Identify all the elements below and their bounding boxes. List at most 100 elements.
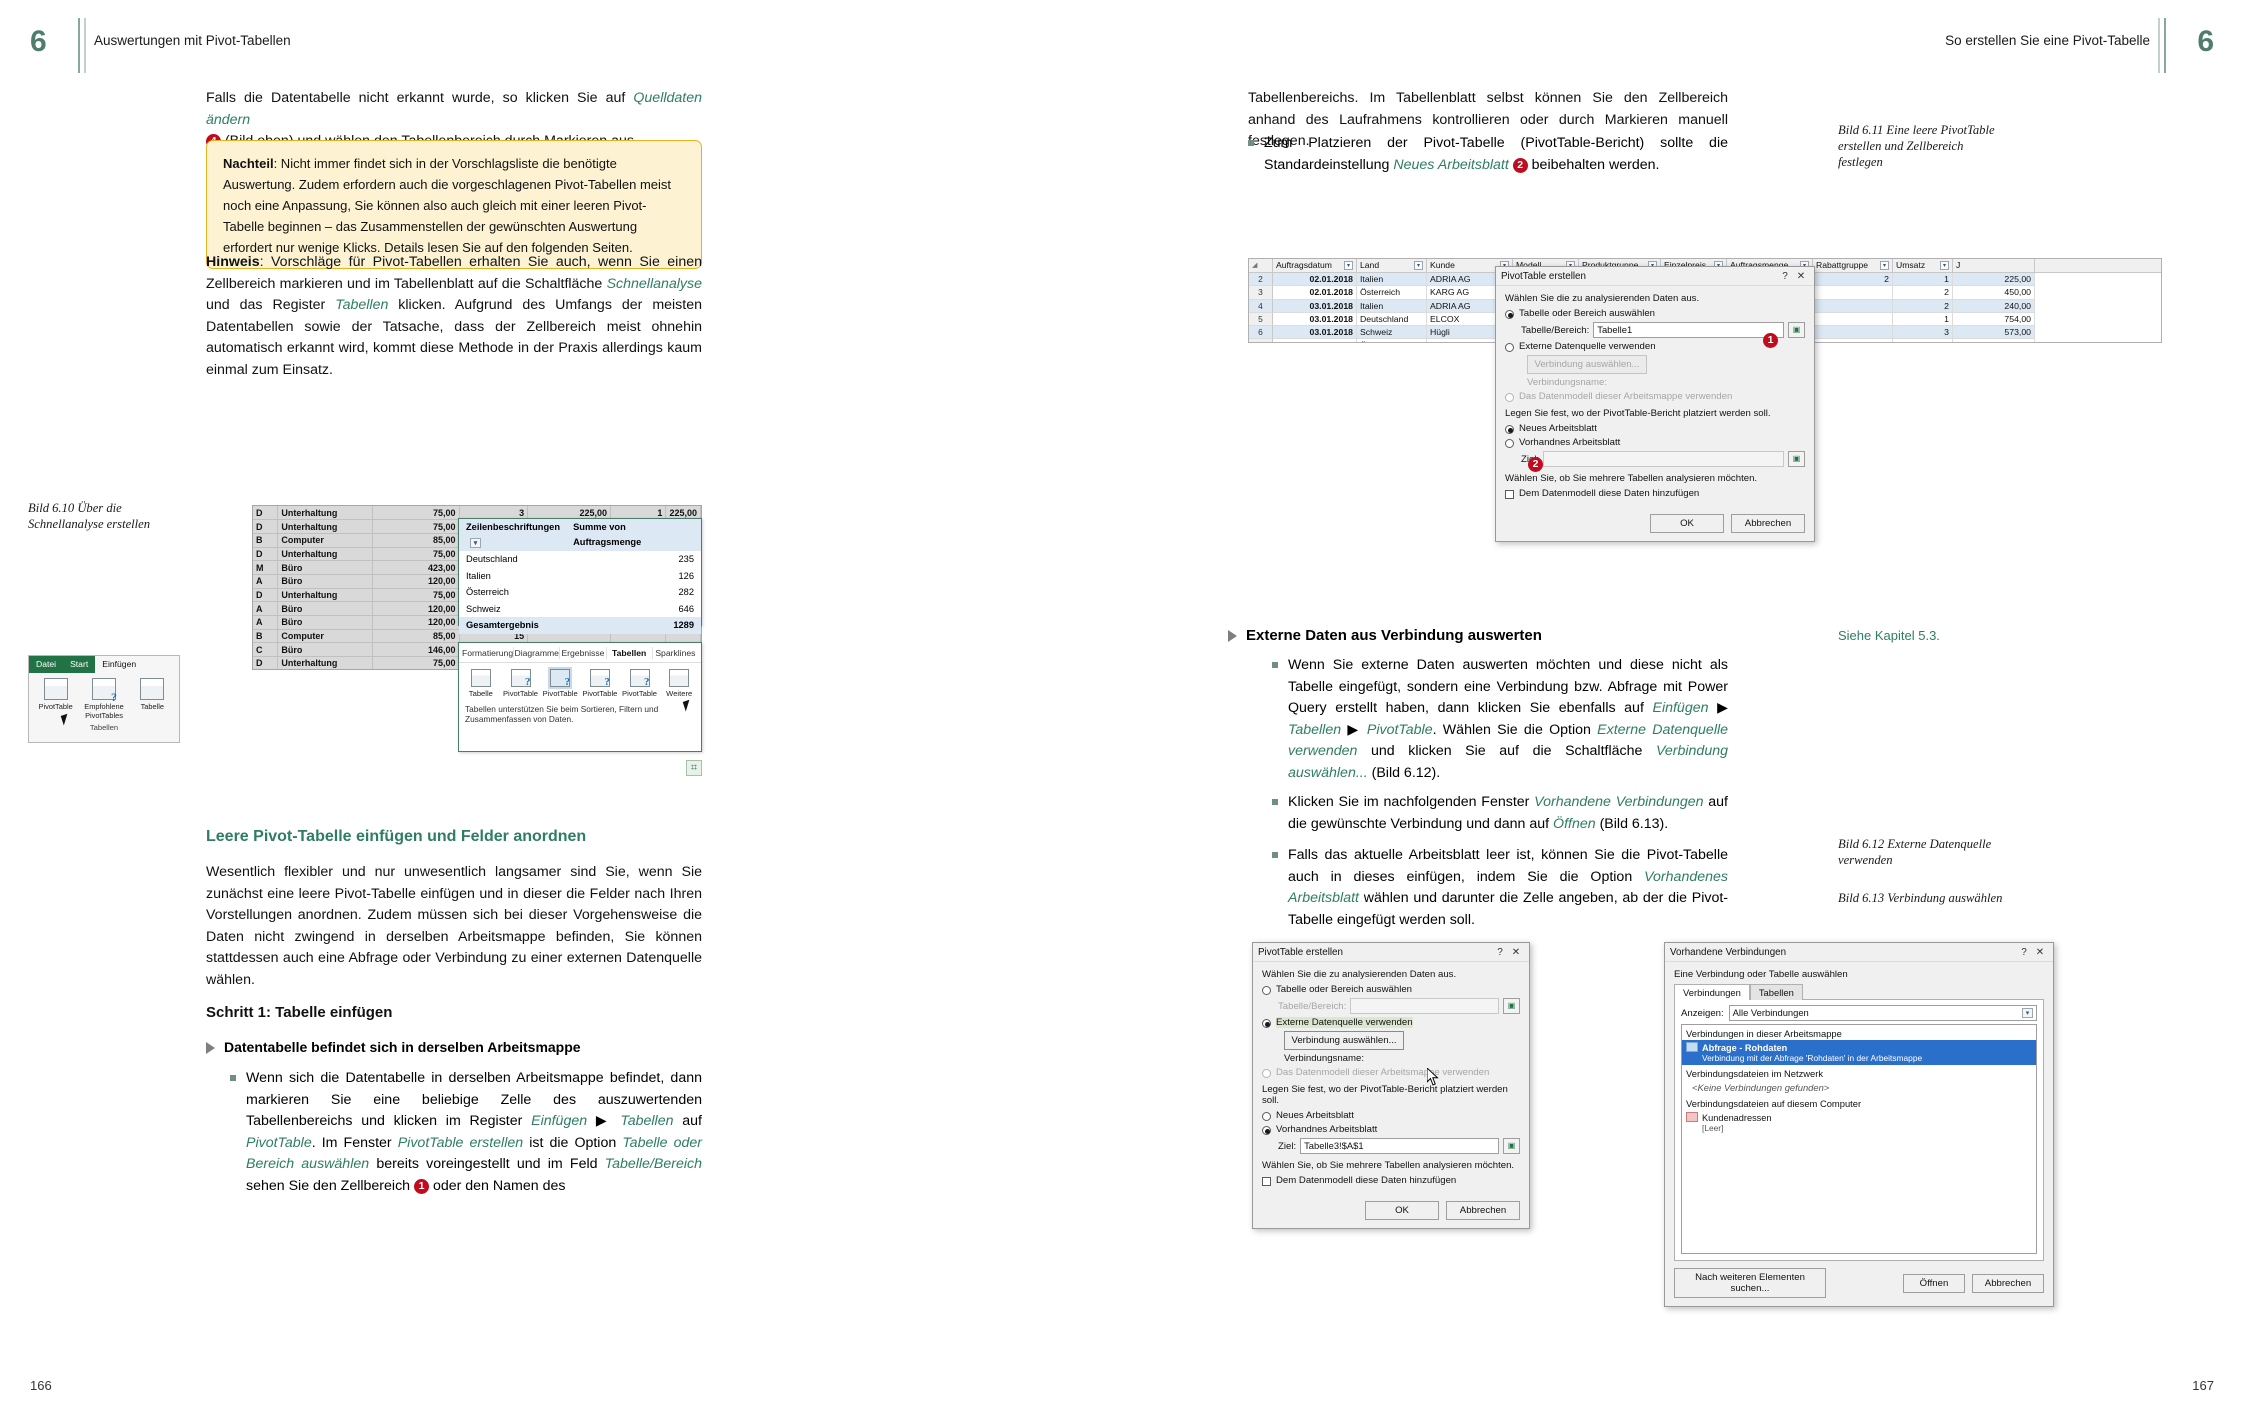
help-icon[interactable]: ? (2016, 947, 2032, 958)
table-cell[interactable]: 225,00 (1953, 273, 2035, 287)
close-icon[interactable]: ✕ (1793, 271, 1809, 282)
select-all-corner[interactable]: ◢ (1249, 259, 1273, 272)
table-cell[interactable] (1813, 326, 1893, 340)
radio-icon[interactable] (1262, 1019, 1271, 1028)
ribbon-button[interactable]: Tabelle (130, 678, 175, 720)
row-header[interactable]: 6 (1249, 326, 1273, 340)
radio-icon[interactable] (1262, 1112, 1271, 1121)
table-cell[interactable]: Unterhaltung (277, 656, 373, 669)
table-cell[interactable]: 120,00 (372, 601, 460, 616)
row-header[interactable]: 3 (1249, 286, 1273, 300)
quick-analysis-item[interactable]: Tabelle (461, 669, 501, 698)
quick-analysis-items[interactable]: Tabelle? PivotTable? PivotTable? PivotTable… (459, 663, 701, 700)
radio-vorhandenes-arbeitsblatt-612[interactable]: Vorhandnes Arbeitsblatt (1262, 1124, 1520, 1135)
quick-analysis-tab-tabellen[interactable]: Tabellen (607, 647, 653, 659)
listbox-item-kundenadressen[interactable]: Kundenadressen [Leer] (1682, 1110, 2036, 1135)
table-cell[interactable]: 75,00 (372, 656, 460, 669)
table-cell[interactable]: Büro (277, 642, 373, 658)
table-cell[interactable] (1813, 299, 1893, 313)
table-cell[interactable]: D (253, 547, 279, 562)
radio-datenmodell-612[interactable]: Das Datenmodell dieser Arbeitsmappe verw… (1262, 1067, 1520, 1078)
table-cell[interactable]: 120,00 (372, 574, 460, 589)
table-cell[interactable]: C (253, 642, 279, 658)
range-picker-icon[interactable]: ▣ (1788, 451, 1805, 467)
table-cell[interactable]: 146,00 (372, 642, 460, 658)
range-picker-icon[interactable]: ▣ (1788, 322, 1805, 338)
table-cell[interactable]: 2 (1813, 273, 1893, 287)
table-cell[interactable]: B (253, 629, 279, 644)
quick-analysis-button-icon[interactable]: ⌗ (686, 760, 702, 776)
table-cell[interactable]: 06.01.2018 (1273, 339, 1357, 342)
table-cell[interactable]: Unterhaltung (277, 588, 373, 603)
dialog-pivottable-erstellen-612[interactable]: PivotTable erstellen ? ✕ Wählen Sie die … (1252, 942, 1530, 1229)
table-cell[interactable]: Deutschland (1357, 312, 1427, 327)
column-header-land[interactable]: Land ▾ (1357, 259, 1427, 272)
table-cell[interactable]: 03.01.2018 (1273, 312, 1357, 327)
table-cell[interactable]: D (253, 506, 279, 521)
table-cell[interactable]: Österreich (1357, 286, 1427, 300)
table-cell[interactable]: 75,00 (372, 506, 460, 521)
dialog-613-tab-verbindungen[interactable]: Verbindungen (1674, 984, 1750, 1000)
radio-datenmodell-611[interactable]: Das Datenmodell dieser Arbeitsmappe verw… (1505, 391, 1805, 402)
listbox-selected-item[interactable]: Abfrage - Rohdaten Verbindung mit der Ab… (1682, 1040, 2036, 1065)
table-cell[interactable]: 03.01.2018 (1273, 326, 1357, 340)
table-cell[interactable]: 1 (1893, 312, 1953, 327)
ribbon-buttons[interactable]: PivotTable? Empfohlene PivotTables Tabelle (29, 673, 179, 720)
table-cell[interactable]: A (253, 615, 279, 630)
table-cell[interactable]: 03.01.2018 (1273, 299, 1357, 313)
range-picker-icon[interactable]: ▣ (1503, 998, 1520, 1014)
dialog-613-tab-tabellen[interactable]: Tabellen (1749, 984, 1803, 1000)
range-picker-icon[interactable]: ▣ (1503, 1138, 1520, 1154)
target-input[interactable]: Tabelle3!$A$1 (1300, 1138, 1499, 1154)
open-button-613[interactable]: Öffnen (1903, 1273, 1965, 1293)
checkbox-icon[interactable] (1505, 490, 1514, 499)
table-cell[interactable] (1813, 339, 1893, 342)
table-cell[interactable]: Büro (277, 601, 373, 616)
ok-button-612[interactable]: OK (1365, 1201, 1439, 1220)
table-cell[interactable]: 2 (1893, 299, 1953, 313)
checkbox-datenmodell-612[interactable]: Dem Datenmodell diese Daten hinzufügen (1262, 1175, 1520, 1186)
column-header-auftragsdatum[interactable]: Auftragsdatum ▾ (1273, 259, 1357, 272)
filter-icon[interactable]: ▾ (1940, 261, 1949, 270)
table-cell[interactable]: Büro (277, 560, 373, 575)
table-cell[interactable]: Unterhaltung (277, 547, 373, 562)
table-cell[interactable]: 85,00 (372, 533, 460, 548)
table-cell[interactable]: 2 (1893, 286, 1953, 300)
table-cell[interactable]: Unterhaltung (277, 519, 373, 534)
radio-tabelle-oder-bereich-612[interactable]: Tabelle oder Bereich auswählen (1262, 984, 1520, 995)
radio-icon[interactable] (1505, 393, 1514, 402)
table-cell[interactable]: B (253, 533, 279, 548)
table-cell[interactable]: 75,00 (372, 588, 460, 603)
checkbox-datenmodell-611[interactable]: Dem Datenmodell diese Daten hinzufügen (1505, 488, 1805, 499)
radio-vorhandenes-arbeitsblatt-611[interactable]: Vorhandnes Arbeitsblatt (1505, 437, 1805, 448)
browse-button-613[interactable]: Nach weiteren Elementen suchen... (1674, 1268, 1826, 1298)
radio-icon[interactable] (1262, 1126, 1271, 1135)
range-input[interactable]: Tabelle1 (1593, 322, 1784, 338)
quick-analysis-tab-ergebnisse[interactable]: Ergebnisse (560, 647, 607, 659)
chevron-down-icon[interactable]: ▾ (2022, 1008, 2033, 1018)
radio-neues-arbeitsblatt-612[interactable]: Neues Arbeitsblatt (1262, 1110, 1520, 1121)
close-icon[interactable]: ✕ (2032, 947, 2048, 958)
radio-icon[interactable] (1505, 310, 1514, 319)
filter-icon[interactable]: ▾ (1880, 261, 1889, 270)
table-cell[interactable]: Computer (277, 533, 373, 548)
target-input[interactable] (1543, 451, 1784, 467)
table-cell[interactable]: D (253, 656, 279, 669)
column-header-umsatz[interactable]: Umsatz ▾ (1893, 259, 1953, 272)
filter-dropdown-icon[interactable]: ▾ (470, 538, 481, 548)
table-cell[interactable]: 02.01.2018 (1273, 273, 1357, 287)
column-header-j[interactable]: J (1953, 259, 2035, 272)
range-input[interactable] (1350, 998, 1499, 1014)
table-cell[interactable]: Italien (1357, 299, 1427, 313)
row-header[interactable]: 2 (1249, 273, 1273, 287)
close-icon[interactable]: ✕ (1508, 947, 1524, 958)
radio-icon[interactable] (1505, 343, 1514, 352)
field-ziel-611[interactable]: Ziel: ▣ (1521, 451, 1805, 467)
radio-neues-arbeitsblatt-611[interactable]: Neues Arbeitsblatt (1505, 423, 1805, 434)
quick-analysis-item[interactable]: ? PivotTable (540, 667, 580, 698)
radio-icon[interactable] (1262, 986, 1271, 995)
radio-icon[interactable] (1505, 439, 1514, 448)
quick-analysis-item[interactable]: ? PivotTable (620, 669, 660, 698)
filter-icon[interactable]: ▾ (1414, 261, 1423, 270)
row-header[interactable]: 7 (1249, 339, 1273, 342)
